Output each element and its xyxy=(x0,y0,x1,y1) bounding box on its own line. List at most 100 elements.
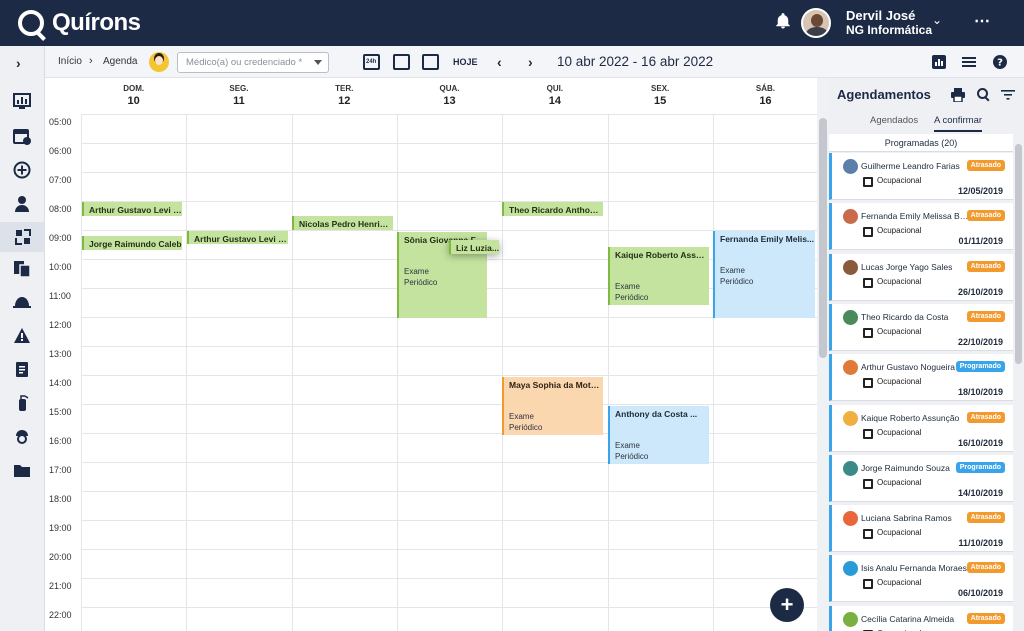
event-title: Nicolas Pedro Henriqu... xyxy=(299,219,393,229)
search-icon[interactable] xyxy=(977,88,991,102)
warning-icon[interactable] xyxy=(12,326,32,346)
appointment-card[interactable]: Cecília Catarina AlmeidaAtrasadoOcupacio… xyxy=(829,605,1013,631)
event-type-line: Exame xyxy=(509,412,534,421)
report-icon[interactable] xyxy=(932,55,946,69)
documents-icon[interactable] xyxy=(12,259,32,279)
appointment-card[interactable]: Fernanda Emily Melissa Ber... Atrasado Ocu… xyxy=(829,203,1013,251)
calendar-event[interactable]: Maya Sophia da Mota ... Exame Periódico xyxy=(502,377,603,435)
puzzle-icon[interactable] xyxy=(0,222,45,252)
filter-icon[interactable] xyxy=(1001,88,1015,102)
chevron-down-icon[interactable]: ⌄ xyxy=(932,13,942,27)
extinguisher-icon[interactable] xyxy=(12,393,32,413)
appointment-card[interactable]: Jorge Raimundo Souza Programado Ocupaciona… xyxy=(829,454,1013,502)
breadcrumb-home[interactable]: Início xyxy=(58,56,82,67)
calendar-event[interactable]: Fernanda Emily Melis... Exame Periódico xyxy=(713,231,815,318)
calendar-event[interactable]: Arthur Gustavo Levi N... xyxy=(82,202,182,216)
sidebar-expand-icon[interactable]: › xyxy=(16,55,21,71)
search-placeholder: Médico(a) ou credenciado * xyxy=(186,57,303,68)
calendar-event[interactable]: Anthony da Costa ... Exame Periódico xyxy=(608,406,709,464)
list-view-icon[interactable] xyxy=(962,55,976,69)
clipboard-icon[interactable] xyxy=(12,359,32,379)
worker-icon[interactable] xyxy=(12,427,32,447)
event-type-line: Exame xyxy=(615,282,640,291)
appointment-card[interactable]: Theo Ricardo da Costa Atrasado Ocupacional… xyxy=(829,303,1013,351)
hour-gridline xyxy=(81,346,817,347)
time-label: 08:00 xyxy=(49,204,72,214)
calendar-scroll-thumb[interactable] xyxy=(819,118,827,358)
time-label: 13:00 xyxy=(49,349,72,359)
toolbar: Início › Agenda Médico(a) ou credenciado… xyxy=(45,46,1024,78)
print-icon[interactable] xyxy=(951,88,965,102)
time-label: 22:00 xyxy=(49,610,72,620)
week-calendar: DOM. 10 SEG. 11 TER. 12 QUA. 13 QUI. 14 SEX. 15 SÁB.… xyxy=(45,78,817,631)
exam-type: Ocupacional xyxy=(877,477,922,487)
event-subtype-line: Periódico xyxy=(615,452,649,461)
tab-a-confirmar[interactable]: A confirmar xyxy=(934,115,983,132)
day-header[interactable]: TER. 12 xyxy=(292,78,397,114)
bell-icon[interactable] xyxy=(774,10,792,32)
day-header[interactable]: QUA. 13 xyxy=(397,78,502,114)
add-circle-icon[interactable] xyxy=(12,160,32,180)
doctor-search-select[interactable]: Médico(a) ou credenciado * xyxy=(177,52,329,73)
appointment-date: 22/10/2019 xyxy=(957,336,1003,347)
panel-scrollbar[interactable] xyxy=(1013,134,1024,631)
today-button[interactable]: HOJE xyxy=(453,57,478,67)
view-month-icon[interactable] xyxy=(422,54,439,70)
folder-icon[interactable] xyxy=(12,461,32,481)
patient-avatar xyxy=(843,611,858,627)
hour-gridline xyxy=(81,375,817,376)
day-number: 10 xyxy=(127,95,140,107)
hour-gridline xyxy=(81,201,817,202)
appointment-date: 18/10/2019 xyxy=(957,387,1003,398)
prev-week-icon[interactable]: ‹ xyxy=(497,54,502,70)
hour-gridline xyxy=(81,578,817,579)
appointment-date: 16/10/2019 xyxy=(957,437,1003,448)
appointment-card[interactable]: Kaique Roberto Assunção Atrasado Ocupacion… xyxy=(829,404,1013,452)
event-title: Arthur Gustavo Levi N... xyxy=(89,205,182,215)
view-week-icon[interactable] xyxy=(393,54,410,70)
day-header[interactable]: QUI. 14 xyxy=(502,78,607,114)
day-header[interactable]: SEG. 11 xyxy=(186,78,291,114)
time-label: 09:00 xyxy=(49,233,72,243)
helmet-icon[interactable] xyxy=(12,292,32,312)
tab-agendados[interactable]: Agendados xyxy=(870,115,918,126)
day-header[interactable]: SÁB. 16 xyxy=(713,78,817,114)
calendar-event[interactable]: Jorge Raimundo Caleb xyxy=(82,236,182,250)
appointment-card[interactable]: Luciana Sabrina Ramos Atrasado Ocupacional… xyxy=(829,505,1013,553)
status-badge: Atrasado xyxy=(966,411,1005,423)
appointment-card[interactable]: Lucas Jorge Yago Sales Atrasado Ocupaciona… xyxy=(829,253,1013,301)
patient-name: Theo Ricardo da Costa xyxy=(861,311,949,322)
day-header[interactable]: SEX. 15 xyxy=(608,78,713,114)
help-icon[interactable]: ? xyxy=(993,55,1007,69)
calendar-event[interactable]: Liz Luzia... xyxy=(449,240,499,254)
calendar-event[interactable]: Arthur Gustavo Levi N... xyxy=(187,231,288,244)
calendar-icon[interactable] xyxy=(12,126,32,146)
view-24h-icon[interactable]: 24h xyxy=(363,54,380,70)
appointment-date: 14/10/2019 xyxy=(957,487,1003,498)
day-header[interactable]: DOM. 10 xyxy=(81,78,186,114)
exam-type-icon xyxy=(863,579,873,590)
more-options-icon[interactable]: ⋯ xyxy=(974,11,991,31)
panel-scroll-thumb[interactable] xyxy=(1015,144,1022,364)
doctor-icon[interactable] xyxy=(12,194,32,214)
calendar-scrollbar[interactable] xyxy=(817,78,829,631)
doctor-avatar[interactable] xyxy=(149,52,169,72)
appointment-card[interactable]: Isis Analu Fernanda Moraes Atrasado Ocupac… xyxy=(829,555,1013,603)
calendar-event[interactable]: Theo Ricardo Anthony... xyxy=(502,202,603,216)
day-name: DOM. xyxy=(123,84,145,93)
appointment-card[interactable]: Guilherme Leandro Farias Atrasado Ocupacio… xyxy=(829,153,1013,200)
day-gridline xyxy=(607,114,609,631)
appointment-card[interactable]: Arthur Gustavo Nogueira Programado Ocupaci… xyxy=(829,354,1013,402)
exam-type: Ocupacional xyxy=(877,276,922,286)
day-name: SEG. xyxy=(229,84,249,93)
day-number: 16 xyxy=(759,95,772,107)
user-avatar[interactable] xyxy=(801,8,831,38)
calendar-event[interactable]: Nicolas Pedro Henriqu... xyxy=(292,216,393,230)
next-week-icon[interactable]: › xyxy=(528,54,533,70)
calendar-event[interactable]: Kaique Roberto Assu ... Exame Periódico xyxy=(608,247,709,305)
app-logo[interactable]: Quírons xyxy=(18,9,141,37)
dashboard-icon[interactable] xyxy=(12,91,32,111)
top-bar: Quírons Dervil José NG Informática ⌄ ⋯ xyxy=(0,0,1024,46)
add-appointment-button[interactable]: + xyxy=(770,588,804,622)
status-badge: Atrasado xyxy=(966,160,1005,171)
